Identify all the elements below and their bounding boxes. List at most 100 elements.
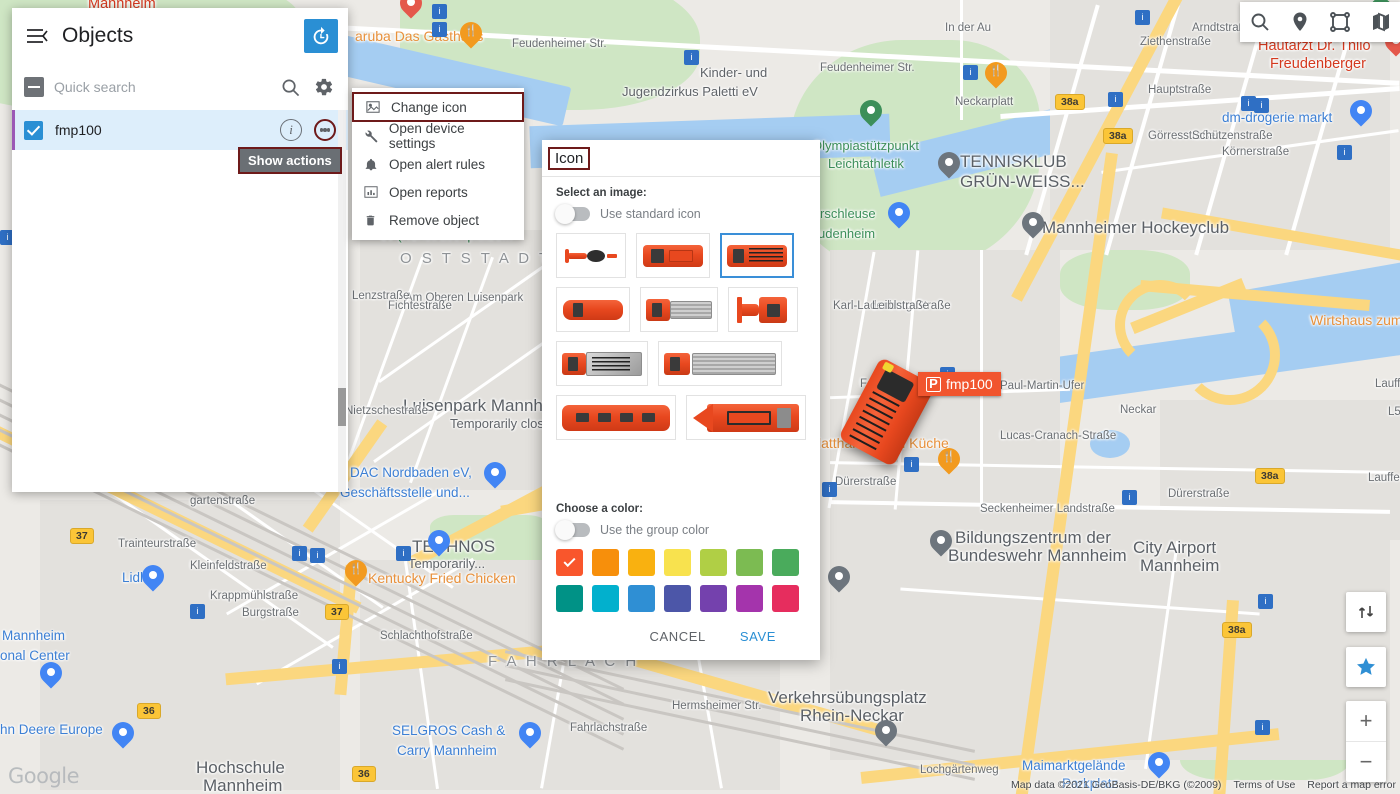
map-pin-store[interactable]	[1345, 95, 1377, 130]
map-poi-square[interactable]: i	[396, 546, 411, 561]
road-shield: 36	[352, 766, 376, 782]
map-poi-square[interactable]: i	[190, 604, 205, 619]
color-swatch[interactable]	[664, 549, 691, 576]
map-pin-store[interactable]	[137, 560, 169, 595]
map-pin-store[interactable]	[514, 717, 546, 752]
menu-item-open-reports[interactable]: Open reports	[352, 178, 524, 206]
map-pin-generic[interactable]	[870, 715, 902, 750]
icon-option-tractor[interactable]	[728, 287, 798, 332]
use-group-color-toggle[interactable]	[555, 520, 590, 540]
map-pin-restaurant[interactable]: 🍴	[455, 17, 487, 52]
map-pin-store[interactable]	[35, 657, 67, 692]
map-poi-square[interactable]: i	[332, 659, 347, 674]
map-poi-square[interactable]: i	[904, 457, 919, 472]
color-swatch[interactable]	[628, 585, 655, 612]
map-poi-square[interactable]: i	[432, 4, 447, 19]
location-pin-icon[interactable]	[1280, 2, 1320, 42]
terms-of-use-link[interactable]: Terms of Use	[1233, 779, 1295, 791]
menu-item-open-alert-rules[interactable]: Open alert rules	[352, 150, 524, 178]
map-pin-restaurant[interactable]: 🍴	[933, 443, 965, 478]
color-swatch[interactable]	[700, 585, 727, 612]
list-item[interactable]: fmp100 i	[12, 110, 348, 150]
use-standard-icon-row[interactable]: Use standard icon	[555, 204, 806, 224]
map-poi-square[interactable]: i	[432, 22, 447, 37]
color-swatch[interactable]	[772, 549, 799, 576]
map-pin-store[interactable]	[479, 457, 511, 492]
map-poi-square[interactable]: i	[1255, 720, 1270, 735]
save-button[interactable]: SAVE	[740, 629, 776, 644]
search-input[interactable]	[54, 79, 268, 95]
icon-option-coach-bus[interactable]	[556, 395, 676, 440]
map-pin-store[interactable]	[423, 525, 455, 560]
icon-option-semi-trailer[interactable]	[658, 341, 782, 386]
collapse-menu-icon[interactable]	[22, 21, 52, 51]
icon-dialog: Icon Select an image: Use standard icon	[542, 140, 820, 660]
history-clock-icon[interactable]	[304, 19, 338, 53]
zoom-in-button[interactable]: +	[1346, 701, 1386, 741]
map-pin-generic[interactable]	[1017, 207, 1049, 242]
use-standard-icon-toggle[interactable]	[555, 204, 590, 224]
map-layers-icon[interactable]	[1360, 2, 1400, 42]
color-swatch[interactable]	[592, 585, 619, 612]
color-swatch[interactable]	[592, 549, 619, 576]
map-pin-generic[interactable]	[823, 561, 855, 596]
map-poi-square[interactable]: i	[310, 548, 325, 563]
map-poi-square[interactable]: i	[1135, 10, 1150, 25]
map-poi-square[interactable]: i	[684, 50, 699, 65]
map-pin-medical[interactable]	[395, 0, 427, 22]
color-swatch[interactable]	[664, 585, 691, 612]
map-poi-square[interactable]: i	[1258, 594, 1273, 609]
map-poi-square[interactable]: i	[1122, 490, 1137, 505]
icon-option-boat[interactable]	[686, 395, 806, 440]
color-swatch[interactable]	[736, 549, 763, 576]
route-swap-button[interactable]	[1346, 592, 1386, 632]
menu-item-open-device-settings[interactable]: Open device settings	[352, 121, 524, 151]
menu-item-remove-object[interactable]: Remove object	[352, 206, 524, 234]
color-swatch[interactable]	[556, 549, 583, 576]
search-icon[interactable]	[278, 75, 302, 99]
map-poi-square[interactable]: i	[822, 482, 837, 497]
gear-icon[interactable]	[312, 75, 336, 99]
map-poi-square[interactable]: i	[1254, 98, 1269, 113]
icon-option-car[interactable]	[636, 233, 710, 278]
search-icon[interactable]	[1240, 2, 1280, 42]
map-pin-store[interactable]	[107, 717, 139, 752]
icon-option-pickup-truck[interactable]	[640, 287, 718, 332]
road-shield: 37	[70, 528, 94, 544]
icon-option-dump-truck[interactable]	[556, 341, 648, 386]
info-circle-icon[interactable]: i	[280, 119, 302, 141]
cancel-button[interactable]: CANCEL	[650, 629, 706, 644]
color-swatch[interactable]	[628, 549, 655, 576]
more-vertical-icon[interactable]	[314, 119, 336, 141]
favorite-star-button[interactable]	[1346, 647, 1386, 687]
map-pin-generic[interactable]	[933, 147, 965, 182]
map-pin-institution[interactable]	[925, 525, 957, 560]
color-swatch[interactable]	[736, 585, 763, 612]
color-swatch[interactable]	[700, 549, 727, 576]
menu-item-change-icon[interactable]: Change icon	[352, 92, 524, 122]
map-poi-square[interactable]: i	[963, 65, 978, 80]
zoom-out-button[interactable]: −	[1346, 742, 1386, 782]
icon-option-motorcycle[interactable]	[556, 233, 626, 278]
map-label: Lauffener	[1375, 378, 1400, 390]
map-pin-park[interactable]	[855, 95, 887, 130]
map-pin-parking[interactable]	[1143, 747, 1175, 782]
map-pin-store[interactable]	[883, 197, 915, 232]
area-select-icon[interactable]	[1320, 2, 1360, 42]
use-group-color-row[interactable]: Use the group color	[555, 520, 806, 540]
road-shield: 37	[325, 604, 349, 620]
color-swatch[interactable]	[772, 585, 799, 612]
map-poi-square[interactable]: i	[292, 546, 307, 561]
map-pin-restaurant[interactable]: 🍴	[980, 57, 1012, 92]
scrollbar-thumb[interactable]	[338, 388, 346, 426]
icon-grid-row	[556, 233, 806, 278]
vehicle-marker-label[interactable]: P fmp100	[918, 372, 1001, 396]
icon-option-fire-truck[interactable]	[720, 233, 794, 278]
object-checkbox[interactable]	[24, 120, 43, 140]
map-pin-restaurant[interactable]: 🍴	[340, 555, 372, 590]
map-poi-square[interactable]: i	[1108, 92, 1123, 107]
color-swatch[interactable]	[556, 585, 583, 612]
minus-box-icon[interactable]	[24, 77, 44, 97]
icon-option-bus[interactable]	[556, 287, 630, 332]
map-poi-square[interactable]: i	[1337, 145, 1352, 160]
